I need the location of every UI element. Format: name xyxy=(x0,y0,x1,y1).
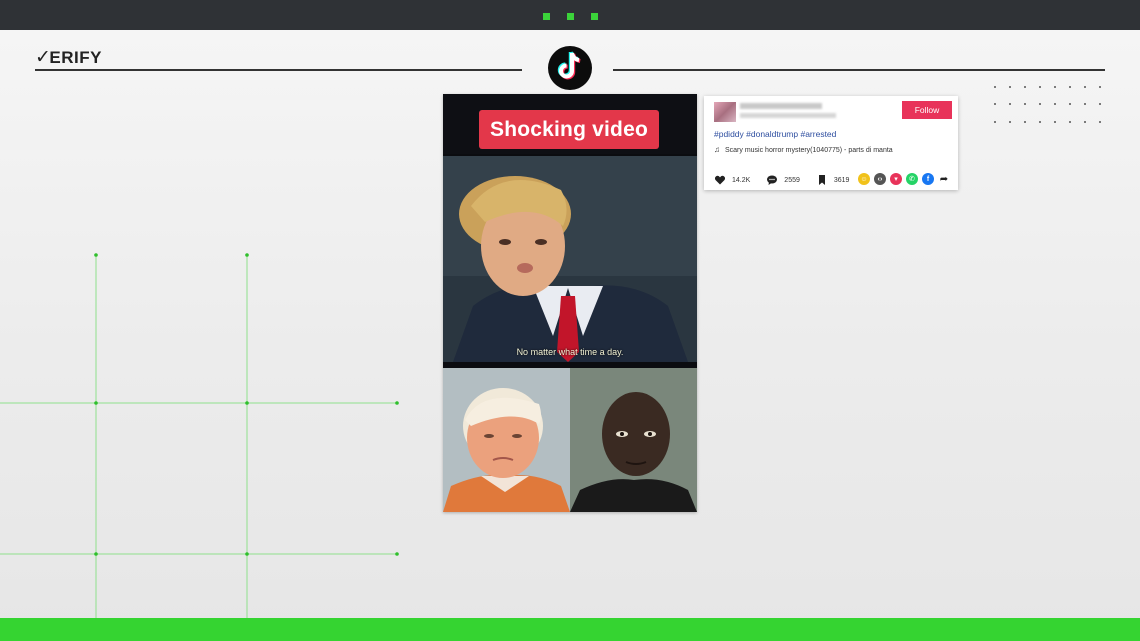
music-note-icon: ♫ xyxy=(714,145,720,154)
video-caption: No matter what time a day. xyxy=(516,347,624,357)
like-count: 14.2K xyxy=(732,176,751,184)
decorative-dot-grid xyxy=(994,86,1101,123)
verify-logo-text: ERIFY xyxy=(49,48,102,67)
tiktok-post-card: Follow #pdiddy #donaldtrump #arrested ♫ S… xyxy=(704,96,958,190)
comment-stat[interactable]: 2559 xyxy=(766,174,800,186)
top-bar xyxy=(0,0,1140,30)
shocking-video-badge: Shocking video xyxy=(479,110,659,149)
bookmark-icon xyxy=(818,175,825,185)
avatar[interactable] xyxy=(714,102,736,122)
save-stat[interactable]: 3619 xyxy=(816,174,850,186)
engagement-stats: 14.2K 2559 3619 xyxy=(714,174,865,186)
comment-count: 2559 xyxy=(784,176,800,184)
tiktok-video-frame[interactable]: Shocking video No matter what time a day… xyxy=(443,94,697,512)
blurred-handle xyxy=(740,113,836,118)
verify-logo: ✓ERIFY xyxy=(35,46,102,69)
interview-person-image xyxy=(443,156,697,362)
send-icon[interactable]: ▾ xyxy=(890,173,902,185)
mugshot-left xyxy=(443,368,570,512)
code-icon[interactable]: ‹› xyxy=(874,173,886,185)
tiktok-logo-icon xyxy=(548,46,592,90)
heart-icon xyxy=(714,175,726,185)
like-stat[interactable]: 14.2K xyxy=(714,174,750,186)
blurred-username xyxy=(740,103,822,109)
share-options: ☺ ‹› ▾ ✆ f ➦ xyxy=(858,173,950,185)
follow-button[interactable]: Follow xyxy=(902,101,952,119)
whatsapp-icon[interactable]: ✆ xyxy=(906,173,918,185)
hashtags-text[interactable]: #pdiddy #donaldtrump #arrested xyxy=(714,129,836,139)
decorative-grid-lines xyxy=(0,253,399,618)
share-arrow-icon[interactable]: ➦ xyxy=(938,173,950,185)
header-divider-right xyxy=(613,69,1105,71)
embed-icon[interactable]: ☺ xyxy=(858,173,870,185)
music-title: Scary music horror mystery(1040775) - pa… xyxy=(725,147,893,154)
top-indicator-dots xyxy=(543,13,598,20)
mugshot-right xyxy=(570,368,697,512)
header-divider-left xyxy=(35,69,522,71)
bottom-bar xyxy=(0,618,1140,641)
save-count: 3619 xyxy=(833,176,850,184)
facebook-icon[interactable]: f xyxy=(922,173,934,185)
comment-icon xyxy=(767,175,778,185)
music-line[interactable]: ♫ Scary music horror mystery(1040775) - p… xyxy=(714,145,893,154)
video-scene-interview xyxy=(443,156,697,362)
